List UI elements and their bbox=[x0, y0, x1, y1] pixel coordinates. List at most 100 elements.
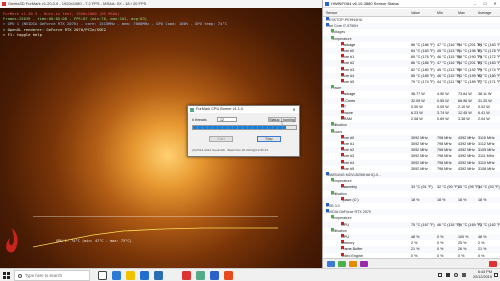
sensor-icon bbox=[331, 122, 334, 126]
close-icon[interactable]: ✕ bbox=[490, 0, 500, 8]
sensor-icon bbox=[341, 66, 344, 70]
search-icon bbox=[18, 274, 22, 278]
sensor-icon bbox=[326, 172, 329, 175]
reset-icon[interactable] bbox=[349, 261, 357, 267]
start-button[interactable]: Start bbox=[209, 136, 233, 142]
edge-icon[interactable] bbox=[112, 271, 121, 280]
sensor-icon bbox=[341, 134, 344, 138]
furmark-overlay-info: FurMark v1.20.3 - Burn-in test, 1920x108… bbox=[3, 11, 227, 37]
close-icon[interactable]: ✕ bbox=[290, 106, 298, 113]
sensor-icon bbox=[341, 252, 344, 256]
volume-icon[interactable] bbox=[462, 273, 466, 277]
battery-icon[interactable] bbox=[446, 273, 450, 277]
app-taskbar-icon[interactable] bbox=[224, 271, 233, 280]
windows-icon bbox=[3, 272, 10, 279]
gpu-temp-graph bbox=[33, 216, 278, 252]
sensor-name: Temperature bbox=[331, 179, 352, 184]
navigate-icon[interactable] bbox=[327, 261, 335, 267]
column-header-max[interactable]: Max bbox=[458, 9, 465, 17]
column-header-value[interactable]: Value bbox=[411, 9, 420, 17]
sensor-icon bbox=[341, 41, 344, 45]
sensor-name: Temperature bbox=[331, 216, 352, 221]
overlay-line: > GPU 1 (NVIDIA GeForce RTX 2070) - core… bbox=[3, 21, 228, 27]
sensor-icon bbox=[341, 246, 344, 250]
cpu-burner-taskbar-icon[interactable] bbox=[196, 271, 205, 280]
file-explorer-icon[interactable] bbox=[126, 271, 135, 280]
sensor-name: SAMSUNG MZVLB256HAHQ-0... bbox=[326, 173, 382, 177]
sensor-icon bbox=[341, 196, 344, 200]
maximize-icon[interactable]: ☐ bbox=[480, 0, 490, 8]
furmark-titlebar[interactable]: Geeks3D FurMark v1.20.3.0 - 1920x1080 - … bbox=[0, 0, 322, 8]
sensor-icon bbox=[341, 147, 344, 151]
burner-progress-bar bbox=[192, 125, 297, 130]
sensor-icon bbox=[331, 35, 334, 39]
sensor-icon bbox=[331, 227, 334, 231]
sensor-table-header: Sensor Value Min Max Average bbox=[323, 9, 500, 17]
sensor-icon bbox=[326, 17, 329, 20]
sensor-icon bbox=[341, 48, 344, 51]
status-indicator: Status: [ running ] bbox=[268, 117, 296, 126]
sensor-name: DESKTOP-PEHN4HU bbox=[326, 18, 363, 22]
log-icon[interactable] bbox=[338, 261, 346, 267]
sensor-icon bbox=[341, 141, 344, 144]
sensor-icon bbox=[331, 178, 334, 182]
sensor-icon bbox=[341, 234, 344, 237]
gpu-temp-graph-label: GPU 1: 74°C (min: 47°C - max: 75°C) bbox=[56, 239, 132, 243]
start-button[interactable] bbox=[0, 269, 13, 281]
furmark-logo-icon bbox=[4, 226, 20, 256]
column-header-sensor[interactable]: Sensor bbox=[326, 9, 337, 17]
sensor-name: Temperature bbox=[331, 36, 352, 41]
sensor-icon bbox=[341, 60, 344, 64]
burner-titlebar[interactable]: FurMark CPU Burner v1.1.0 ✕ bbox=[188, 106, 299, 113]
store-icon[interactable] bbox=[140, 271, 149, 280]
sensor-icon bbox=[341, 153, 344, 157]
hwinfo-toolbar bbox=[323, 258, 500, 268]
stop-button[interactable]: Stop bbox=[257, 136, 281, 142]
settings-icon[interactable] bbox=[360, 261, 368, 267]
sensor-icon bbox=[326, 209, 329, 213]
sensor-icon bbox=[326, 23, 329, 27]
burner-title: FurMark CPU Burner v1.1.0 bbox=[196, 107, 244, 111]
search-placeholder: Type here to search bbox=[25, 273, 63, 278]
taskbar: Type here to search 6:43 PM 20/12/2019 bbox=[0, 268, 500, 281]
sensor-icon bbox=[331, 85, 334, 89]
sensor-icon bbox=[331, 128, 334, 132]
sensor-icon bbox=[341, 54, 344, 58]
sensor-icon bbox=[326, 203, 329, 206]
sensor-icon bbox=[341, 240, 344, 244]
sensor-table: − DESKTOP-PEHN4HU − Intel Core i7-9750H + Vol… bbox=[323, 17, 500, 268]
sensor-icon bbox=[341, 79, 344, 82]
burner-build-info: (C)2013-2014 Geeks3D - Build Nov 18 2014… bbox=[192, 148, 269, 152]
hwinfo-title: HWiNFO64 v6.10-3880 Sensor Status bbox=[331, 1, 399, 6]
cpu-burner-dialog: FurMark CPU Burner v1.1.0 ✕ # threads 12… bbox=[187, 105, 300, 157]
sensor-icon bbox=[341, 103, 344, 107]
furmark-taskbar-icon[interactable] bbox=[182, 271, 191, 280]
wifi-icon[interactable] bbox=[454, 273, 458, 277]
search-input[interactable]: Type here to search bbox=[14, 270, 90, 281]
column-header-min[interactable]: Min bbox=[437, 9, 443, 17]
furmark-title: Geeks3D FurMark v1.20.3.0 - 1920x1080 - … bbox=[8, 1, 147, 6]
progress-fill bbox=[193, 126, 286, 129]
column-header-average[interactable]: Average bbox=[478, 9, 491, 17]
sensor-icon bbox=[341, 116, 344, 120]
minimize-icon[interactable]: – bbox=[470, 0, 480, 8]
sensor-icon bbox=[341, 159, 344, 163]
sensor-icon bbox=[341, 91, 344, 95]
hwinfo-titlebar[interactable]: HWiNFO64 v6.10-3880 Sensor Status – ☐ ✕ bbox=[323, 0, 500, 8]
threads-input[interactable]: 12 bbox=[217, 117, 237, 122]
sensor-name: NVIDIA GeForce RTX 2070 bbox=[326, 210, 372, 215]
overlay-line: > F1: toggle help bbox=[3, 31, 42, 37]
threads-label: # threads bbox=[192, 118, 207, 122]
notification-icon[interactable] bbox=[494, 273, 498, 277]
hwinfo-window: HWiNFO64 v6.10-3880 Sensor Status – ☐ ✕ … bbox=[322, 0, 500, 268]
task-view-icon[interactable] bbox=[98, 271, 107, 280]
sensor-name: Video Engine bbox=[341, 253, 363, 258]
hwinfo-taskbar-icon[interactable] bbox=[210, 271, 219, 280]
sensor-icon bbox=[341, 110, 344, 113]
chevron-up-icon[interactable] bbox=[438, 273, 442, 277]
clock[interactable]: 6:43 PM 20/12/2019 bbox=[473, 270, 492, 280]
furmark-app-icon bbox=[2, 2, 6, 6]
mail-icon[interactable] bbox=[154, 271, 163, 280]
sensor-icon bbox=[341, 97, 344, 101]
close-icon[interactable] bbox=[489, 261, 497, 267]
